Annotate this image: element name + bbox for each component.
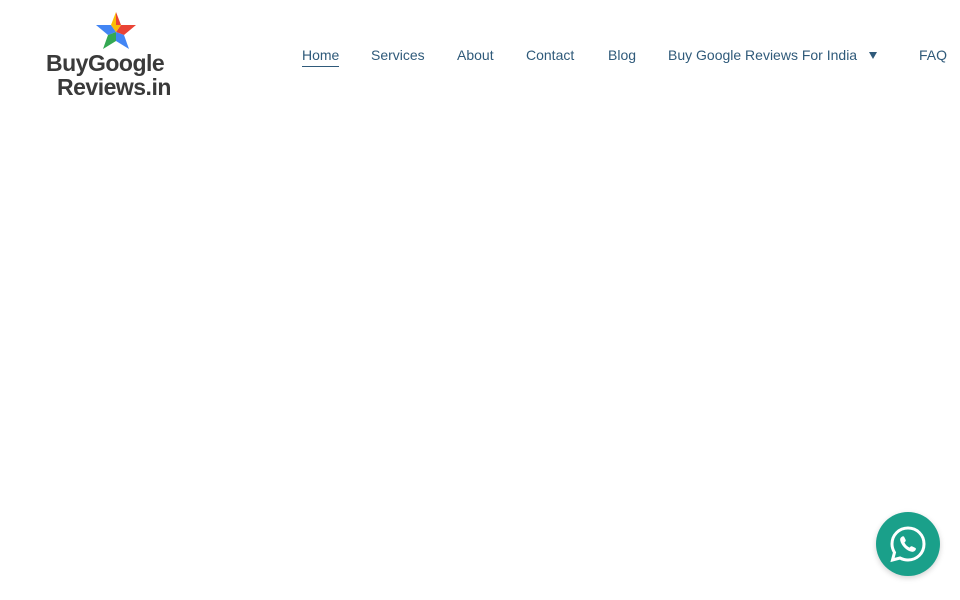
whatsapp-button[interactable]: [876, 512, 940, 576]
main-nav: Home Services About Contact Blog Buy Goo…: [0, 44, 960, 68]
site-header: BuyGoogle Reviews.in Home Services About…: [0, 0, 960, 112]
nav-item-blog[interactable]: Blog: [608, 44, 636, 66]
whatsapp-icon: [890, 526, 926, 563]
logo-text-line2: Reviews.in: [57, 74, 171, 100]
nav-item-faq[interactable]: FAQ: [919, 44, 947, 66]
nav-item-contact[interactable]: Contact: [526, 44, 574, 66]
page: BuyGoogle Reviews.in Home Services About…: [0, 0, 960, 600]
nav-item-about[interactable]: About: [457, 44, 494, 66]
chevron-down-icon[interactable]: [869, 52, 877, 59]
nav-item-home[interactable]: Home: [302, 44, 340, 67]
nav-item-services[interactable]: Services: [371, 44, 425, 66]
nav-item-buy-google-reviews-india[interactable]: Buy Google Reviews For India: [668, 44, 857, 66]
